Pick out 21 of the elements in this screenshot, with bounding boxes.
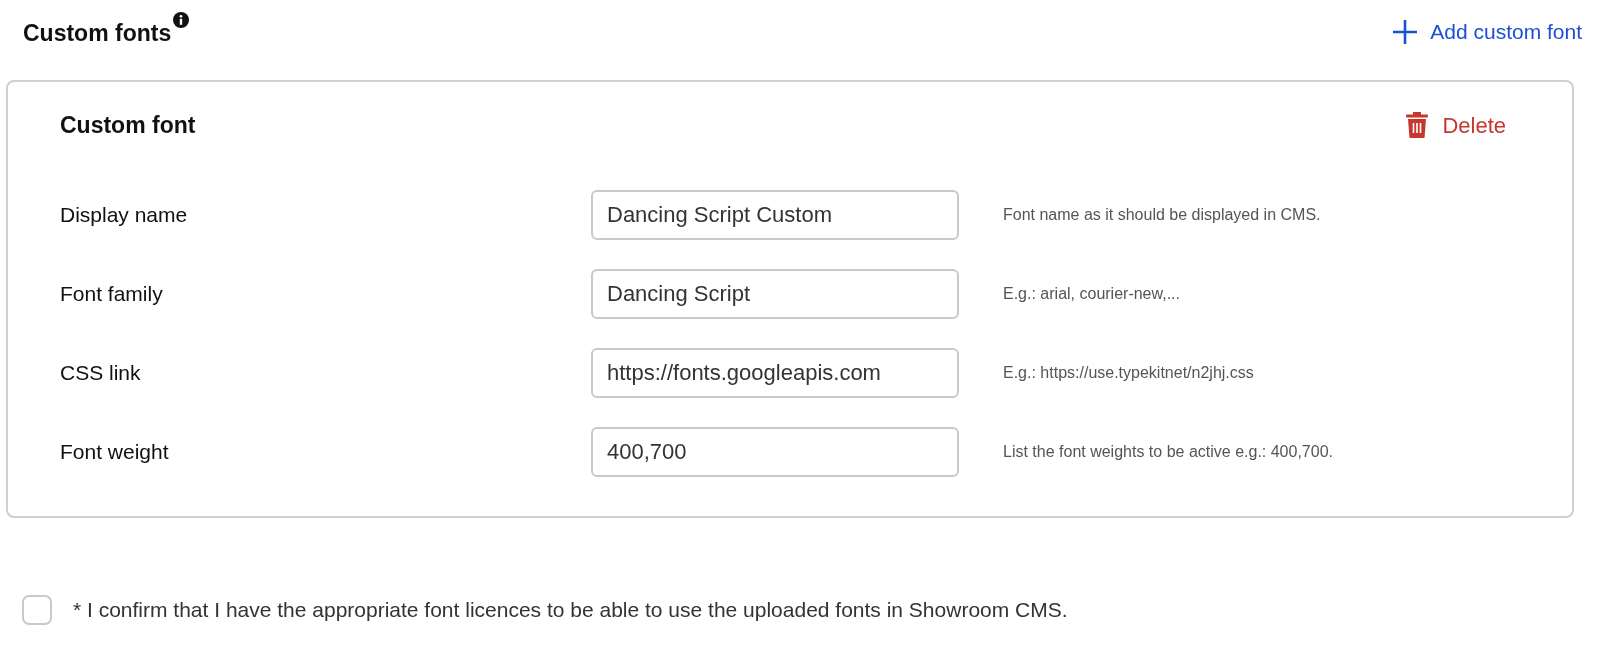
field-hint: List the font weights to be active e.g.: 400,700. xyxy=(1003,442,1333,462)
plus-icon xyxy=(1392,18,1419,45)
text-input-field[interactable]: 400,700 xyxy=(591,427,959,477)
info-icon xyxy=(173,12,190,28)
field-hint: Font name as it should be displayed in CMS. xyxy=(1003,205,1321,225)
field-label: Font weight xyxy=(60,439,170,466)
confirm-checkbox[interactable] xyxy=(22,594,52,625)
field-label: Display name xyxy=(60,202,189,229)
confirm-label: * I confirm that I have the appropriate font licences to be able to use the uploaded fonts in Showroom CMS. xyxy=(73,597,1068,623)
field-hint: E.g.: https://use.typekitnet/n2jhj.css xyxy=(1003,363,1254,383)
card-title: Custom font xyxy=(60,110,196,140)
text-input-field[interactable]: Dancing Script Custom xyxy=(591,190,959,240)
text-input-field[interactable]: https://fonts.googleapis.com xyxy=(591,348,959,398)
text-input-field[interactable]: Dancing Script xyxy=(591,269,959,319)
section-title: Custom fonts xyxy=(23,19,172,48)
add-custom-font-button[interactable]: Add custom font xyxy=(1392,16,1582,48)
field-hint: E.g.: arial, courier-new,... xyxy=(1003,284,1180,304)
field-label: Font family xyxy=(60,281,164,308)
trash-icon xyxy=(1406,112,1429,138)
delete-button[interactable]: Delete xyxy=(1406,108,1506,142)
field-label: CSS link xyxy=(60,360,142,387)
